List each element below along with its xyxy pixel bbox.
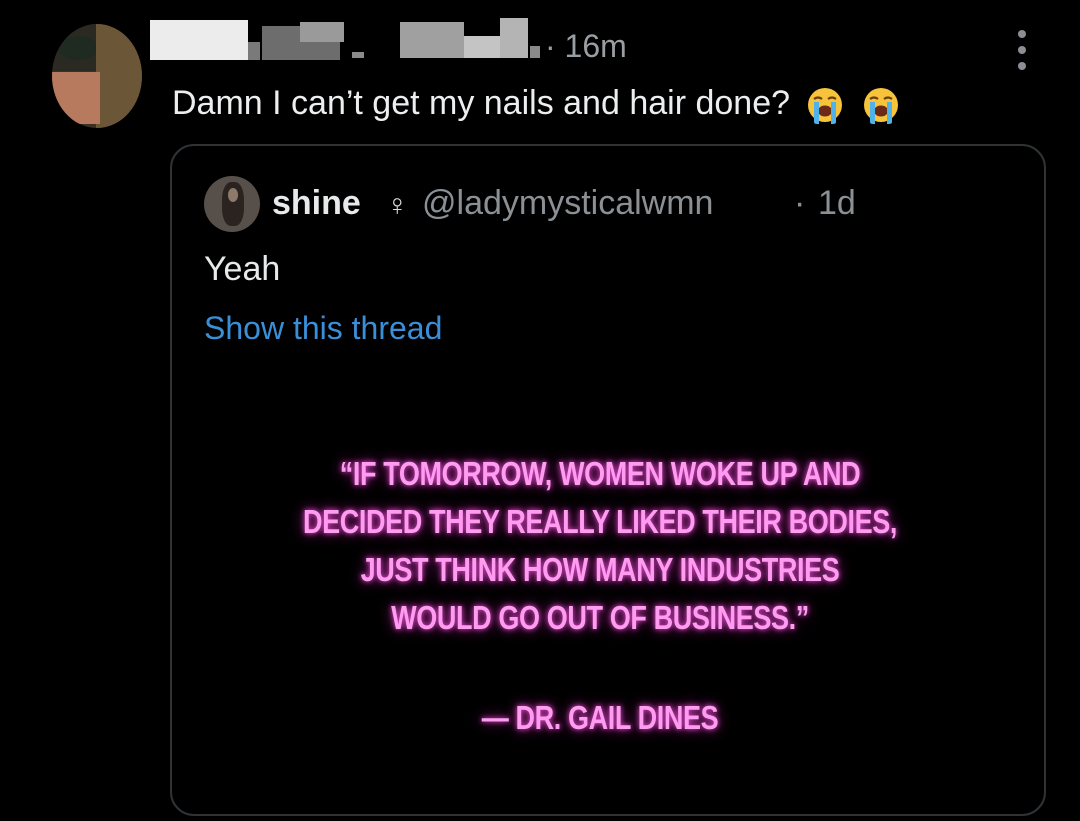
loudly-crying-face-icon [863,88,898,125]
author-avatar[interactable] [52,24,142,128]
loudly-crying-face-icon [808,88,843,125]
quote-attribution: — DR. GAIL DINES [481,699,719,736]
more-options-icon[interactable] [1016,30,1028,70]
quote-line: “IF TOMORROW, WOMEN WOKE UP AND [339,455,861,492]
quoted-author-handle[interactable]: @ladymysticalwmn [422,182,713,224]
quote-line: DECIDED THEY REALLY LIKED THEIR BODIES, [303,503,897,540]
quote-line: WOULD GO OUT OF BUSINESS.” [391,599,809,636]
female-sign-icon: ♀ [386,189,409,222]
quoted-post-time[interactable]: 1d [818,182,856,224]
quoted-post-text: Yeah [204,250,281,288]
quoted-author-name[interactable]: shine [272,182,361,224]
quote-line: JUST THINK HOW MANY INDUSTRIES [360,551,840,588]
post-time[interactable]: · 16m [545,26,627,66]
show-thread-link[interactable]: Show this thread [204,308,442,348]
post-text-row: Damn I can’t get my nails and hair done? [172,82,901,125]
meta-separator: · [794,184,806,222]
post-text: Damn I can’t get my nails and hair done? [172,84,791,122]
quote-image[interactable]: “IF TOMORROW, WOMEN WOKE UP AND DECIDED … [200,440,1000,760]
quoted-author-avatar[interactable] [204,176,260,232]
